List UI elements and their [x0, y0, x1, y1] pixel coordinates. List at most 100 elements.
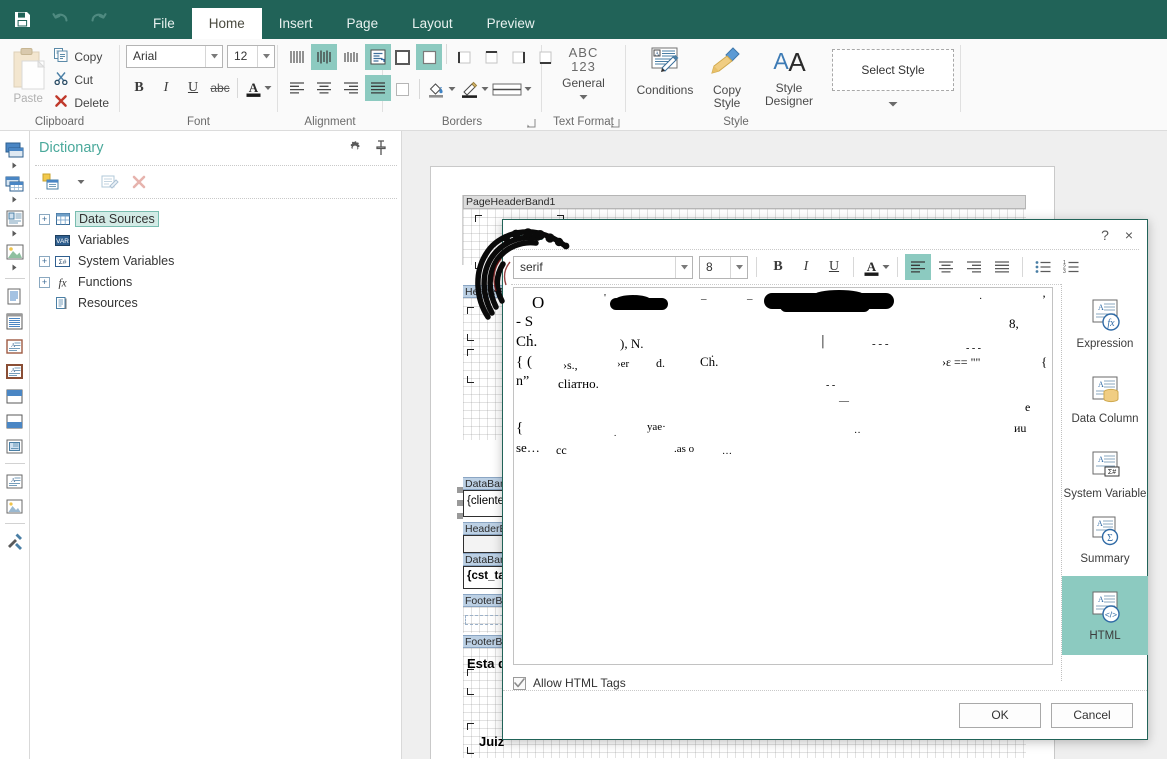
border-style-button[interactable] — [490, 76, 532, 102]
tab-layout[interactable]: Layout — [395, 8, 470, 39]
fill-color-button[interactable] — [424, 76, 456, 102]
resize-handle[interactable] — [457, 487, 463, 493]
insert-expression-button[interactable]: A fx Expression — [1062, 284, 1148, 357]
tree-item-system-variables[interactable]: + Σ# System Variables — [39, 251, 401, 271]
align-left-button[interactable] — [284, 75, 310, 101]
italic-button[interactable]: I — [153, 75, 179, 101]
expand-icon[interactable]: + — [39, 255, 50, 267]
tree-item-data-sources[interactable]: + Data Sources — [39, 209, 401, 229]
image-placeholder-icon[interactable] — [4, 495, 26, 517]
report-image-icon[interactable] — [4, 241, 26, 263]
cancel-button[interactable]: Cancel — [1051, 702, 1133, 728]
border-none-button[interactable] — [389, 76, 415, 102]
conditions-button[interactable]: A Conditions — [636, 44, 694, 97]
align-right-button[interactable] — [338, 75, 364, 101]
font-color-button[interactable]: A — [242, 75, 272, 101]
dialog-font-name-chevron-down-icon[interactable] — [675, 256, 692, 278]
border-top-button[interactable] — [478, 44, 504, 70]
tab-home[interactable]: Home — [191, 8, 262, 39]
align-vertical-center-button[interactable] — [311, 44, 337, 70]
border-color-button[interactable] — [457, 76, 489, 102]
band-header-pageheaderband1[interactable]: PageHeaderBand1 — [463, 195, 1026, 209]
dialog-italic-button[interactable]: I — [793, 254, 819, 280]
ok-button[interactable]: OK — [959, 702, 1041, 728]
tab-file[interactable]: File — [136, 8, 192, 39]
report-image-expand-icon[interactable] — [4, 263, 26, 272]
align-center-button[interactable] — [311, 75, 337, 101]
tab-insert[interactable]: Insert — [262, 8, 330, 39]
page-document-icon[interactable] — [4, 285, 26, 307]
close-icon[interactable]: × — [1117, 224, 1141, 246]
resize-handle[interactable] — [457, 513, 463, 519]
dialog-align-right-button[interactable] — [961, 254, 987, 280]
copy-button[interactable]: Copy — [50, 46, 113, 67]
text-format-button[interactable]: ABC 123 General — [551, 44, 617, 100]
help-icon[interactable]: ? — [1093, 224, 1117, 246]
insert-summary-button[interactable]: A Σ Summary — [1062, 507, 1148, 572]
dialog-bold-button[interactable]: B — [765, 254, 791, 280]
tab-page[interactable]: Page — [330, 8, 396, 39]
edit-item-icon[interactable] — [97, 170, 123, 194]
underline-button[interactable]: U — [180, 75, 206, 101]
copy-style-button[interactable]: Copy Style — [698, 44, 756, 110]
border-right-button[interactable] — [505, 44, 531, 70]
dialog-font-size-combo[interactable]: 8 — [699, 255, 748, 279]
report-card-icon[interactable] — [4, 207, 26, 229]
allow-html-tags-row[interactable]: Allow HTML Tags — [513, 676, 626, 690]
pin-icon[interactable] — [371, 138, 391, 158]
text-box-brown-icon[interactable]: A — [4, 360, 26, 382]
tree-item-variables[interactable]: VAR Variables — [39, 230, 401, 250]
delete-button[interactable]: Delete — [50, 92, 113, 113]
text-format-dialog-launcher[interactable] — [610, 118, 621, 129]
border-box-button[interactable] — [416, 44, 442, 70]
rich-text-icon[interactable]: A — [4, 470, 26, 492]
strikethrough-button[interactable]: abc — [207, 75, 233, 101]
dialog-bullet-list-button[interactable] — [1030, 254, 1056, 280]
save-icon[interactable] — [10, 8, 34, 32]
redo-icon[interactable] — [86, 8, 110, 32]
panel-top-icon[interactable] — [4, 385, 26, 407]
tree-item-functions[interactable]: + fx Functions — [39, 272, 401, 292]
report-table-expand-icon[interactable] — [4, 195, 26, 204]
expand-icon[interactable]: + — [39, 213, 50, 225]
dialog-font-name-combo[interactable]: serif — [513, 255, 693, 279]
report-pages-icon[interactable] — [4, 139, 26, 161]
insert-system-variable-button[interactable]: A Σ# System Variable — [1062, 432, 1148, 507]
new-item-icon[interactable] — [39, 170, 65, 194]
align-vertical-bottom-button[interactable] — [338, 44, 364, 70]
cut-button[interactable]: Cut — [50, 69, 113, 90]
delete-item-icon[interactable] — [126, 170, 152, 194]
paste-button[interactable]: Paste — [6, 44, 50, 105]
dialog-align-left-button[interactable] — [905, 254, 931, 280]
new-item-chevron-down-icon[interactable] — [68, 170, 94, 194]
component-juiz[interactable]: Juiz — [479, 734, 504, 749]
dialog-align-center-button[interactable] — [933, 254, 959, 280]
align-vertical-top-button[interactable] — [284, 44, 310, 70]
font-size-chevron-down-icon[interactable] — [257, 46, 274, 67]
dialog-font-size-chevron-down-icon[interactable] — [730, 256, 747, 278]
page-lines-icon[interactable] — [4, 310, 26, 332]
border-left-button[interactable] — [451, 44, 477, 70]
resize-handle[interactable] — [457, 500, 463, 506]
font-name-combo[interactable]: Arial — [126, 45, 223, 68]
gear-icon[interactable] — [345, 138, 365, 158]
style-designer-button[interactable]: A A Style Designer — [760, 44, 818, 108]
dialog-font-color-button[interactable]: A — [860, 254, 890, 280]
border-all-button[interactable] — [389, 44, 415, 70]
insert-html-button[interactable]: A </> HTML — [1062, 576, 1148, 655]
dialog-align-justify-button[interactable] — [989, 254, 1015, 280]
bold-button[interactable]: B — [126, 75, 152, 101]
report-table-icon[interactable] — [4, 173, 26, 195]
tools-icon[interactable] — [4, 530, 26, 552]
report-card-expand-icon[interactable] — [4, 229, 26, 238]
insert-data-column-button[interactable]: A Data Column — [1062, 357, 1148, 432]
select-style-box[interactable]: Select Style — [832, 49, 954, 91]
tab-preview[interactable]: Preview — [470, 8, 552, 39]
font-size-combo[interactable]: 12 — [227, 45, 275, 68]
panel-bottom-icon[interactable] — [4, 410, 26, 432]
text-editor[interactable]: O ' – – · ’ - S 8, Cḣ. ), N. │ - - - - -… — [513, 287, 1053, 665]
dialog-underline-button[interactable]: U — [821, 254, 847, 280]
borders-dialog-launcher[interactable] — [526, 118, 537, 129]
tree-item-resources[interactable]: Resources — [39, 293, 401, 313]
text-box-red-icon[interactable]: A — [4, 335, 26, 357]
